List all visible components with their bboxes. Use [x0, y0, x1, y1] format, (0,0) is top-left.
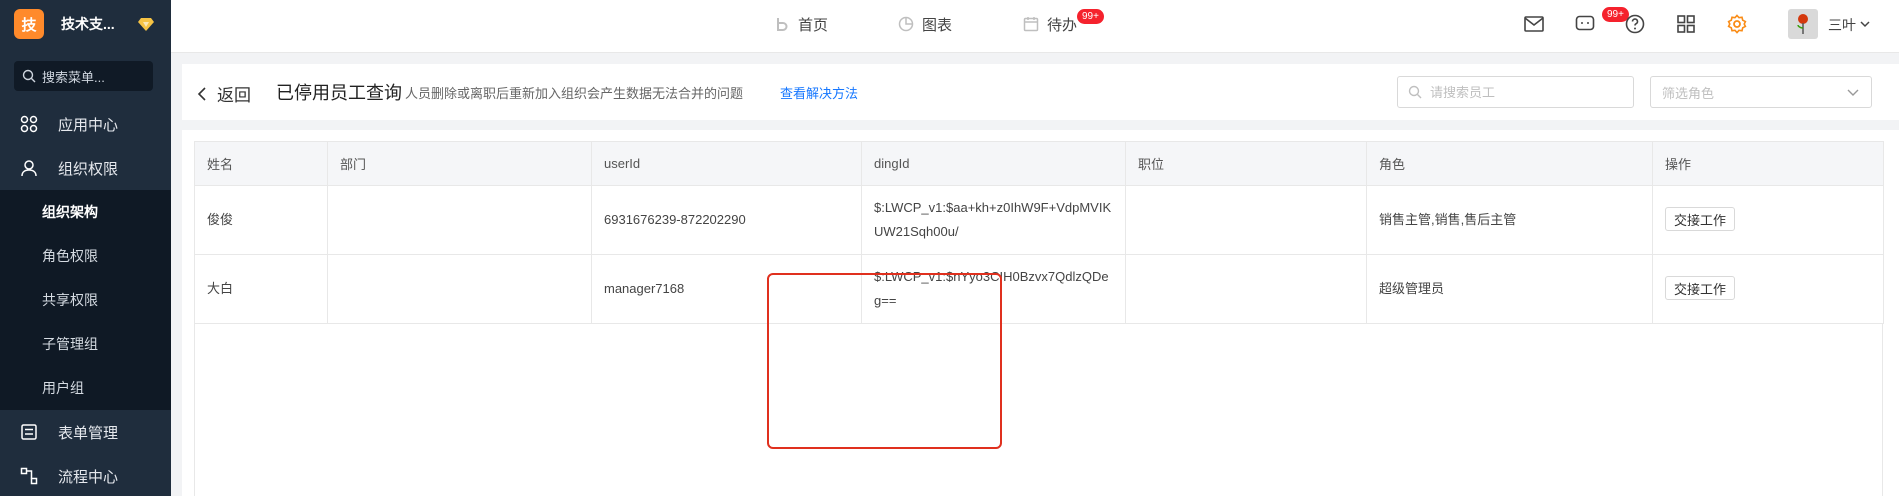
sidebar-item-label: 表单管理	[58, 424, 119, 442]
user-icon	[20, 159, 38, 177]
sidebar-item-app-center[interactable]: 应用中心	[0, 102, 171, 146]
chevron-left-icon	[197, 86, 209, 101]
column-header-dingid: dingId	[861, 141, 1126, 186]
mail-icon[interactable]	[1524, 14, 1544, 34]
brand[interactable]: 技 技术支...	[0, 0, 171, 48]
sidebar-subitem-role-permissions[interactable]: 角色权限	[0, 234, 171, 278]
column-header-role: 角色	[1366, 141, 1653, 186]
calendar-icon	[1023, 16, 1039, 32]
sidebar-item-label: 流程中心	[58, 468, 119, 486]
sidebar-item-org-permissions[interactable]: 组织权限	[0, 146, 171, 190]
table-header-row: 姓名 部门 userId dingId 职位 角色 操作	[194, 141, 1884, 186]
solution-link[interactable]: 查看解决方法	[780, 83, 858, 102]
cell-name: 大白	[194, 254, 328, 324]
sidebar-subitem-org-structure[interactable]: 组织架构	[0, 190, 171, 234]
cell-position	[1125, 185, 1367, 255]
message-icon[interactable]	[1575, 14, 1595, 34]
role-filter-select[interactable]: 筛选角色	[1650, 76, 1872, 108]
brand-logo: 技	[14, 9, 44, 39]
cell-action: 交接工作	[1652, 254, 1884, 324]
user-name[interactable]: 三叶	[1828, 15, 1856, 35]
sidebar-subitem-sub-admin-group[interactable]: 子管理组	[0, 322, 171, 366]
employee-search[interactable]	[1397, 76, 1634, 108]
cell-userid: 6931676239-872202290	[591, 185, 862, 255]
cell-department	[327, 254, 592, 324]
flow-icon	[20, 467, 38, 485]
chevron-down-icon	[1847, 87, 1859, 97]
settings-gear-icon[interactable]	[1727, 14, 1747, 34]
page-description: 人员删除或离职后重新加入组织会产生数据无法合并的问题	[405, 86, 744, 101]
sidebar-subitem-shared-permissions[interactable]: 共享权限	[0, 278, 171, 322]
column-header-action: 操作	[1652, 141, 1884, 186]
table-row: 大白 manager7168 $:LWCP_v1:$nYyo3CIH0Bzvx7…	[194, 254, 1884, 324]
nav-charts[interactable]: 图表	[898, 0, 952, 48]
apps-grid-icon[interactable]	[1676, 14, 1696, 34]
grid-icon	[20, 115, 38, 133]
sidebar-item-form-management[interactable]: 表单管理	[0, 410, 171, 454]
home-icon	[774, 16, 790, 32]
cell-position	[1125, 254, 1367, 324]
avatar[interactable]	[1788, 9, 1818, 39]
nav-charts-label: 图表	[922, 16, 953, 34]
menu-search[interactable]: 搜索菜单...	[14, 61, 153, 91]
sidebar-item-label: 应用中心	[58, 116, 119, 134]
cell-dingid: $:LWCP_v1:$nYyo3CIH0Bzvx7QdlzQDeg==	[861, 254, 1126, 324]
brand-name: 技术支...	[61, 16, 115, 32]
back-button[interactable]: 返回	[197, 81, 251, 106]
page-header: 返回 已停用员工查询 人员删除或离职后重新加入组织会产生数据无法合并的问题 查看…	[182, 64, 1899, 120]
sidebar-menu: 应用中心 组织权限 组织架构 角色权限 共享权限 子管理组 用户组 表单管理 流…	[0, 102, 171, 496]
cell-role: 超级管理员	[1366, 254, 1653, 324]
column-header-position: 职位	[1125, 141, 1367, 186]
page-title: 已停用员工查询	[276, 83, 402, 103]
nav-home[interactable]: 首页	[774, 0, 828, 48]
list-icon	[20, 423, 38, 441]
search-icon	[1408, 85, 1422, 99]
cell-department	[327, 185, 592, 255]
cell-userid: manager7168	[591, 254, 862, 324]
sidebar-submenu: 组织架构 角色权限 共享权限 子管理组 用户组	[0, 190, 171, 410]
cell-name: 俊俊	[194, 185, 328, 255]
role-filter-placeholder: 筛选角色	[1662, 85, 1715, 101]
handover-button[interactable]: 交接工作	[1665, 207, 1736, 232]
nav-home-label: 首页	[798, 16, 829, 34]
help-icon[interactable]	[1625, 14, 1645, 34]
cell-dingid: $:LWCP_v1:$aa+kh+z0IhW9F+VdpMVIKUW21Sqh0…	[861, 185, 1126, 255]
column-header-name: 姓名	[194, 141, 328, 186]
sidebar-item-process-center[interactable]: 流程中心	[0, 454, 171, 496]
menu-search-placeholder: 搜索菜单...	[42, 69, 105, 85]
table-card: 姓名 部门 userId dingId 职位 角色 操作 俊俊 69316762…	[182, 130, 1899, 496]
todo-badge: 99+	[1077, 9, 1104, 24]
sidebar: 技 技术支... 搜索菜单... 应用中心 组织权限 组织架构 角色权限 共享权…	[0, 0, 171, 496]
employee-table: 姓名 部门 userId dingId 职位 角色 操作 俊俊 69316762…	[194, 141, 1884, 324]
back-label: 返回	[217, 86, 251, 105]
table-row: 俊俊 6931676239-872202290 $:LWCP_v1:$aa+kh…	[194, 185, 1884, 255]
search-icon	[22, 69, 36, 83]
handover-button[interactable]: 交接工作	[1665, 276, 1736, 301]
nav-todo-label: 待办	[1047, 16, 1078, 34]
pie-chart-icon	[898, 16, 914, 32]
table-empty-area	[194, 324, 1883, 496]
diamond-icon[interactable]	[137, 15, 155, 33]
column-header-department: 部门	[327, 141, 592, 186]
nav-todo[interactable]: 待办	[1023, 0, 1077, 48]
top-bar: 首页 图表 待办 99+ 99+ 三叶	[171, 0, 1899, 53]
chevron-down-icon[interactable]	[1860, 19, 1870, 29]
cell-action: 交接工作	[1652, 185, 1884, 255]
employee-search-input[interactable]	[1430, 84, 1630, 100]
sidebar-item-label: 组织权限	[58, 160, 119, 178]
column-header-userid: userId	[591, 141, 862, 186]
cell-role: 销售主管,销售,售后主管	[1366, 185, 1653, 255]
sidebar-subitem-user-group[interactable]: 用户组	[0, 366, 171, 410]
